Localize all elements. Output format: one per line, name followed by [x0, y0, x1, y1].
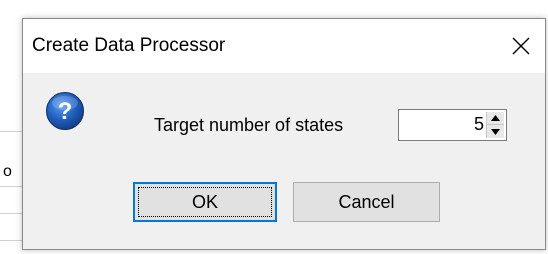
target-states-spinner[interactable]: 5: [398, 109, 507, 141]
background-grid-line: [0, 213, 22, 214]
create-data-processor-dialog: Create Data Processor ? Target number of…: [22, 18, 546, 250]
dialog-body: [23, 73, 545, 249]
spinner-down-button[interactable]: [487, 125, 504, 138]
close-button[interactable]: [503, 28, 539, 64]
ok-button[interactable]: OK: [133, 182, 277, 222]
target-states-label: Target number of states: [154, 115, 344, 135]
background-grid-line: [0, 131, 22, 132]
background-grid-line: [0, 240, 22, 241]
close-icon: [512, 37, 530, 55]
target-states-input[interactable]: 5: [474, 114, 484, 135]
spinner-arrows: [486, 112, 504, 138]
cancel-button-label: Cancel: [338, 192, 395, 212]
svg-text:?: ?: [58, 98, 73, 125]
cancel-button[interactable]: Cancel: [293, 182, 440, 222]
question-icon: ?: [46, 92, 84, 130]
focus-ring: [138, 187, 272, 217]
triangle-down-icon: [491, 128, 500, 135]
screen: o Create Data Processor ? Target number …: [0, 0, 548, 254]
dialog-titlebar[interactable]: Create Data Processor: [23, 19, 545, 73]
dialog-title: Create Data Processor: [32, 35, 226, 56]
triangle-up-icon: [491, 115, 500, 121]
background-grid-line: [0, 186, 22, 187]
spinner-up-button[interactable]: [487, 112, 504, 125]
